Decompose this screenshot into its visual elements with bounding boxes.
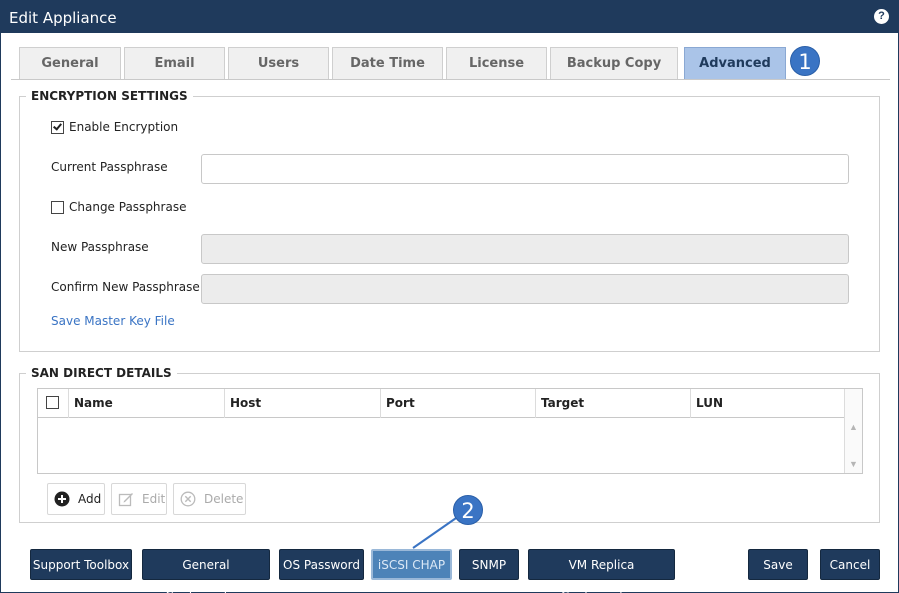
confirm-passphrase-input[interactable] (201, 274, 849, 304)
column-header-host[interactable]: Host (224, 389, 380, 418)
vm-replica-configuration-button[interactable]: VM Replica Configuration (528, 549, 675, 593)
tab-backup-copy[interactable]: Backup Copy (550, 47, 678, 80)
tab-date-time[interactable]: Date Time (332, 47, 443, 80)
san-grid: Name Host Port Target LUN ▲ ▼ (37, 388, 863, 474)
checkmark-icon (53, 121, 62, 131)
general-configuration-button[interactable]: General Configuration (142, 549, 270, 593)
edit-icon (118, 493, 133, 507)
plus-circle-icon (54, 491, 70, 507)
column-header-lun[interactable]: LUN (690, 389, 844, 418)
tab-bar: General Email Users Date Time License Ba… (19, 47, 890, 80)
delete-circle-icon (180, 491, 196, 507)
support-toolbox-button[interactable]: Support Toolbox (30, 549, 132, 580)
help-icon[interactable]: ? (874, 9, 889, 24)
column-header-name[interactable]: Name (68, 389, 224, 418)
callout-1: 1 (790, 46, 820, 76)
edit-appliance-dialog: Edit Appliance ? General Email Users Dat… (0, 0, 899, 593)
cancel-button[interactable]: Cancel (820, 549, 880, 580)
iscsi-chap-button[interactable]: iSCSI CHAP (371, 549, 452, 580)
new-passphrase-label: New Passphrase (51, 240, 149, 254)
confirm-passphrase-label: Confirm New Passphrase (51, 280, 200, 294)
change-passphrase-label: Change Passphrase (69, 200, 187, 214)
tab-general[interactable]: General (19, 47, 121, 80)
delete-button[interactable]: Delete (173, 483, 246, 515)
enable-encryption-checkbox[interactable] (51, 121, 64, 134)
tab-bar-divider (11, 79, 890, 80)
tab-license[interactable]: License (446, 47, 547, 80)
select-all-checkbox[interactable] (46, 396, 59, 409)
delete-button-label: Delete (204, 492, 244, 506)
add-button[interactable]: Add (47, 483, 105, 515)
scroll-up-icon[interactable]: ▲ (849, 422, 858, 432)
tab-users[interactable]: Users (228, 47, 329, 80)
san-direct-details-legend: SAN DIRECT DETAILS (26, 366, 177, 380)
save-master-key-link[interactable]: Save Master Key File (51, 314, 175, 328)
add-button-label: Add (78, 492, 102, 506)
save-button[interactable]: Save (748, 549, 808, 580)
enable-encryption-label: Enable Encryption (69, 120, 179, 134)
column-header-port[interactable]: Port (380, 389, 535, 418)
snmp-button[interactable]: SNMP (459, 549, 519, 580)
encryption-settings-legend: ENCRYPTION SETTINGS (26, 89, 193, 103)
tab-advanced[interactable]: Advanced (684, 47, 786, 80)
tab-email[interactable]: Email (124, 47, 225, 80)
dialog-title: Edit Appliance (9, 9, 117, 27)
edit-button[interactable]: Edit (111, 483, 167, 515)
current-passphrase-label: Current Passphrase (51, 160, 168, 174)
new-passphrase-input[interactable] (201, 234, 849, 264)
dialog-titlebar: Edit Appliance ? (1, 1, 898, 33)
san-grid-header: Name Host Port Target LUN (38, 389, 844, 418)
san-grid-scrollbar[interactable]: ▲ ▼ (844, 389, 862, 473)
change-passphrase-checkbox[interactable] (51, 201, 64, 214)
callout-2: 2 (453, 495, 483, 525)
current-passphrase-input[interactable] (201, 154, 849, 184)
scroll-down-icon[interactable]: ▼ (849, 459, 858, 469)
column-header-target[interactable]: Target (535, 389, 690, 418)
os-password-button[interactable]: OS Password (279, 549, 364, 580)
edit-button-label: Edit (142, 492, 166, 506)
